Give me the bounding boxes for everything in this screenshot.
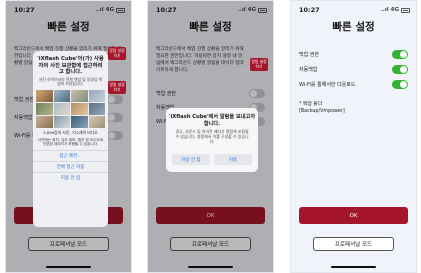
- dialog-message: 경고, 사운드 및 아이콘 배지가 알림에 포함될 수 있습니다. 설정에서 이…: [175, 129, 249, 144]
- photo-thumbnail: [88, 90, 105, 103]
- dialog-title: 'iXflash Cube'에서 알림을 보내고자 합니다.: [168, 114, 256, 127]
- photo-preview-grid: [33, 90, 108, 129]
- phone-screen-settings: 10:27 ..ıl 4G 빠른 설정 백업 권한 자동백업 Wi-Fi를 통해…: [290, 0, 417, 273]
- dialog-title: 'iXflash Cube'이(가) 사용자의 사진 보관함에 접근하려고 합니…: [37, 56, 104, 75]
- photo-count: 5,899장의 사진, 732개의 비디오: [43, 130, 98, 136]
- folder-label: * 백업 폴더: [299, 102, 323, 107]
- battery-icon: [401, 7, 410, 13]
- network-label: 4G: [390, 7, 399, 13]
- backup-folder: * 백업 폴더 [Backup/Vmpower]: [299, 101, 408, 115]
- home-indicator: [331, 266, 376, 268]
- photo-thumbnail: [53, 90, 70, 103]
- photo-permission-dialog: 'iXflash Cube'이(가) 사용자의 사진 보관함에 접근하려고 합니…: [33, 51, 108, 227]
- phone-screen-photo-permission: 10:27 ..ıl 4G 빠른 설정 백그라운드에서 백업 진행 상황을 알리…: [5, 0, 132, 273]
- photo-thumbnail: [53, 116, 70, 129]
- notify-setting-button[interactable]: 알림 설정하기: [108, 47, 126, 60]
- notification-permission-dialog: 'iXflash Cube'에서 알림을 보내고자 합니다. 경고, 사운드 및…: [166, 108, 258, 172]
- photo-thumbnail: [36, 90, 53, 103]
- ok-button[interactable]: OK: [299, 207, 408, 224]
- photo-thumbnail: [71, 116, 88, 129]
- status-time: 10:27: [299, 6, 320, 14]
- status-bar: 10:27 ..ıl 4G: [299, 6, 410, 14]
- page-title: 빠른 설정: [332, 21, 375, 33]
- folder-path: [Backup/Vmpower]: [299, 109, 345, 114]
- photo-thumbnail: [88, 116, 105, 129]
- signal-icon: ..ıl: [380, 7, 389, 13]
- notify-setting-button[interactable]: 알림 설정하기: [250, 58, 268, 71]
- deny-notification-button[interactable]: 허용 안 함: [172, 154, 210, 165]
- photo-thumbnail: [36, 116, 53, 129]
- photo-thumbnail: [88, 103, 105, 116]
- allow-notification-button[interactable]: 허용: [214, 154, 252, 165]
- photo-thumbnail: [36, 103, 53, 116]
- auto-backup-toggle[interactable]: [392, 64, 408, 74]
- wifi-toggle[interactable]: [392, 79, 408, 89]
- pro-mode-button[interactable]: 프로페셔널 모드: [313, 237, 394, 251]
- auto-backup-row: 자동백업: [299, 63, 408, 75]
- limit-access-button[interactable]: 접근 제한...: [33, 150, 108, 161]
- notify-setting-button-2[interactable]: 알림 설정하기: [108, 81, 126, 94]
- dialog-note: 사진에는 위치, 심도 정보, 캡션 및 오디오와 관련된 데이터가 포함될 수…: [37, 137, 104, 147]
- photo-thumbnail: [53, 103, 70, 116]
- photo-thumbnail: [71, 103, 88, 116]
- allow-full-access-button[interactable]: 전체 접근 허용: [33, 161, 108, 172]
- photo-thumbnail: [71, 90, 88, 103]
- backup-toggle[interactable]: [392, 49, 408, 59]
- dialog-subtitle: 사진 라이브러리 전체 백업 및 동영상 백업에 사용됩니다.: [38, 76, 103, 87]
- wifi-row: Wi-Fi를 통해서만 다운로드: [299, 78, 408, 90]
- deny-access-button[interactable]: 허용 안 함: [33, 172, 108, 183]
- backup-row: 백업 권한: [299, 48, 408, 60]
- phone-screen-notification-permission: 10:27 ..ıl 4G 빠른 설정 백그라운드에서 백업 진행 상황을 알리…: [147, 0, 274, 273]
